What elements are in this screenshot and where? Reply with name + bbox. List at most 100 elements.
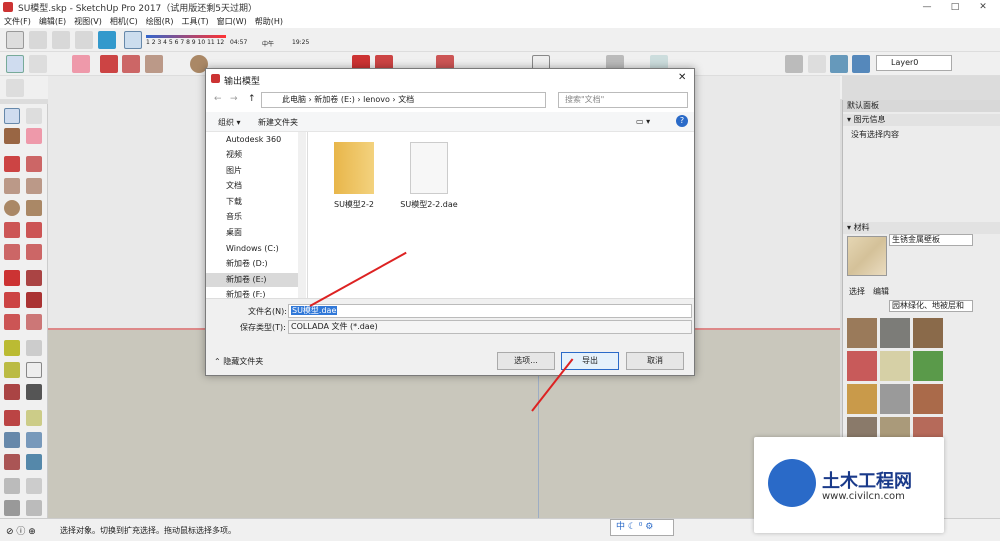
pie-icon[interactable] (4, 244, 20, 260)
rectangle-tool-icon[interactable] (4, 178, 20, 194)
offset-icon[interactable] (26, 314, 42, 330)
push-pull-tool-icon[interactable] (26, 270, 42, 286)
select-tool-icon[interactable] (6, 79, 24, 97)
maximize-button[interactable]: □ (940, 0, 970, 14)
rotated-rect-icon[interactable] (26, 178, 42, 194)
dimension-icon[interactable] (26, 340, 42, 356)
forward-arrow-icon[interactable]: → (230, 94, 238, 104)
nav-scrollbar[interactable] (298, 132, 306, 298)
scale-tool-icon[interactable] (4, 314, 20, 330)
arc2-icon[interactable] (26, 222, 42, 238)
polygon-icon[interactable] (26, 200, 42, 216)
nav-item[interactable]: 新加卷 (F:) (226, 288, 302, 298)
menu-view[interactable]: 视图(V) (74, 16, 102, 27)
position-camera-icon[interactable] (4, 478, 20, 494)
crumb-this-pc[interactable]: 此电脑 (282, 95, 306, 104)
menu-draw[interactable]: 绘图(R) (146, 16, 174, 27)
nav-item[interactable]: 桌面 (226, 226, 302, 240)
crumb-documents[interactable]: 文档 (398, 95, 414, 104)
new-folder-button[interactable]: 新建文件夹 (258, 117, 298, 128)
orbit-tool-icon[interactable] (4, 410, 20, 426)
nav-item[interactable]: 视频 (226, 148, 302, 162)
filetype-select[interactable]: COLLADA 文件 (*.dae) (288, 320, 692, 334)
protractor-icon[interactable] (4, 362, 20, 378)
layer-dropdown[interactable]: Layer0 (876, 55, 952, 71)
ime-bar[interactable]: 中 ☾ ⁰ ⚙ (610, 519, 674, 536)
axes-icon[interactable] (4, 384, 20, 400)
crumb-lenovo[interactable]: lenovo (363, 95, 390, 104)
material-swatch[interactable] (880, 318, 910, 348)
line-icon[interactable] (4, 156, 20, 172)
nav-item[interactable]: 新加卷 (D:) (226, 257, 302, 271)
material-swatch[interactable] (847, 318, 877, 348)
eraser-tool-icon[interactable] (26, 128, 42, 144)
move-tool-icon[interactable] (4, 270, 20, 286)
tab-edit[interactable]: 编辑 (873, 286, 889, 297)
rectangle-icon[interactable] (145, 55, 163, 73)
cloud-upload-icon[interactable] (52, 31, 70, 49)
previous-view-icon[interactable] (26, 454, 42, 470)
nav-item[interactable]: 图片 (226, 164, 302, 178)
zoom-extents-icon[interactable] (4, 454, 20, 470)
hide-folders-toggle[interactable]: ⌃ 隐藏文件夹 (214, 356, 263, 367)
warehouse-icon[interactable] (830, 55, 848, 73)
follow-me-icon[interactable] (26, 292, 42, 308)
paint-bucket-icon[interactable] (4, 128, 20, 144)
component-icon[interactable] (29, 55, 47, 73)
menu-window[interactable]: 窗口(W) (217, 16, 247, 27)
arc-icon[interactable] (4, 222, 20, 238)
menu-help[interactable]: 帮助(H) (255, 16, 283, 27)
back-arrow-icon[interactable]: ← (214, 94, 222, 104)
minimize-button[interactable]: — (912, 0, 942, 14)
cube-icon[interactable] (6, 31, 24, 49)
walk-tool-icon[interactable] (4, 500, 20, 516)
3d-text-icon[interactable] (26, 384, 42, 400)
section-plane-icon[interactable] (808, 55, 826, 73)
look-around-icon[interactable] (26, 478, 42, 494)
menu-camera[interactable]: 相机(C) (110, 16, 138, 27)
eraser-icon[interactable] (72, 55, 90, 73)
extension-icon[interactable] (98, 31, 116, 49)
zoom-window-icon[interactable] (26, 432, 42, 448)
make-component-icon[interactable] (26, 108, 42, 124)
folder-item[interactable]: SU模型2-2 (319, 142, 389, 210)
freehand-icon[interactable] (122, 55, 140, 73)
nav-item-selected[interactable]: 新加卷 (E:) (206, 273, 298, 287)
crumb-drive-e[interactable]: 新加卷 (E:) (314, 95, 355, 104)
material-name-field[interactable]: 生锈金属壁板 (889, 234, 973, 246)
material-swatch[interactable] (847, 351, 877, 381)
select-icon[interactable] (4, 108, 20, 124)
pan-icon[interactable] (26, 410, 42, 426)
material-swatch[interactable] (880, 351, 910, 381)
dae-file-item[interactable]: SU模型2-2.dae (394, 142, 464, 210)
view-options-icon[interactable]: ▭ ▾ (636, 117, 650, 126)
cancel-button[interactable]: 取消 (626, 352, 684, 370)
location-add-icon[interactable] (75, 31, 93, 49)
shadow-toggle-icon[interactable] (124, 31, 142, 49)
shadow-slider[interactable]: 1 2 3 4 5 6 7 8 9 10 11 12 04:57 中午 19:2… (146, 35, 309, 49)
section-icon[interactable] (26, 500, 42, 516)
menu-edit[interactable]: 编辑(E) (39, 16, 66, 27)
circle-tool-icon[interactable] (4, 200, 20, 216)
arc3-icon[interactable] (26, 244, 42, 260)
material-swatch[interactable] (913, 351, 943, 381)
tape-measure-icon[interactable] (4, 340, 20, 356)
search-input[interactable]: 搜索"文档" (558, 92, 688, 108)
material-swatch[interactable] (913, 384, 943, 414)
text-tool-icon[interactable] (26, 362, 42, 378)
help-icon[interactable]: ? (676, 115, 688, 127)
menu-file[interactable]: 文件(F) (4, 16, 31, 27)
filename-input[interactable]: SU模型.dae (288, 304, 692, 318)
menu-tools[interactable]: 工具(T) (182, 16, 209, 27)
nav-item[interactable]: 下载 (226, 195, 302, 209)
tab-select[interactable]: 选择 (849, 286, 865, 297)
dialog-close-button[interactable]: ✕ (678, 72, 686, 83)
close-button[interactable]: ✕ (968, 0, 998, 14)
nav-item[interactable]: Windows (C:) (226, 242, 302, 256)
nav-item[interactable]: Autodesk 360 (226, 133, 302, 147)
material-swatch[interactable] (880, 384, 910, 414)
zoom-tool-icon[interactable] (4, 432, 20, 448)
freehand-tool-icon[interactable] (26, 156, 42, 172)
line-pencil-icon[interactable] (100, 55, 118, 73)
nav-item[interactable]: 音乐 (226, 210, 302, 224)
